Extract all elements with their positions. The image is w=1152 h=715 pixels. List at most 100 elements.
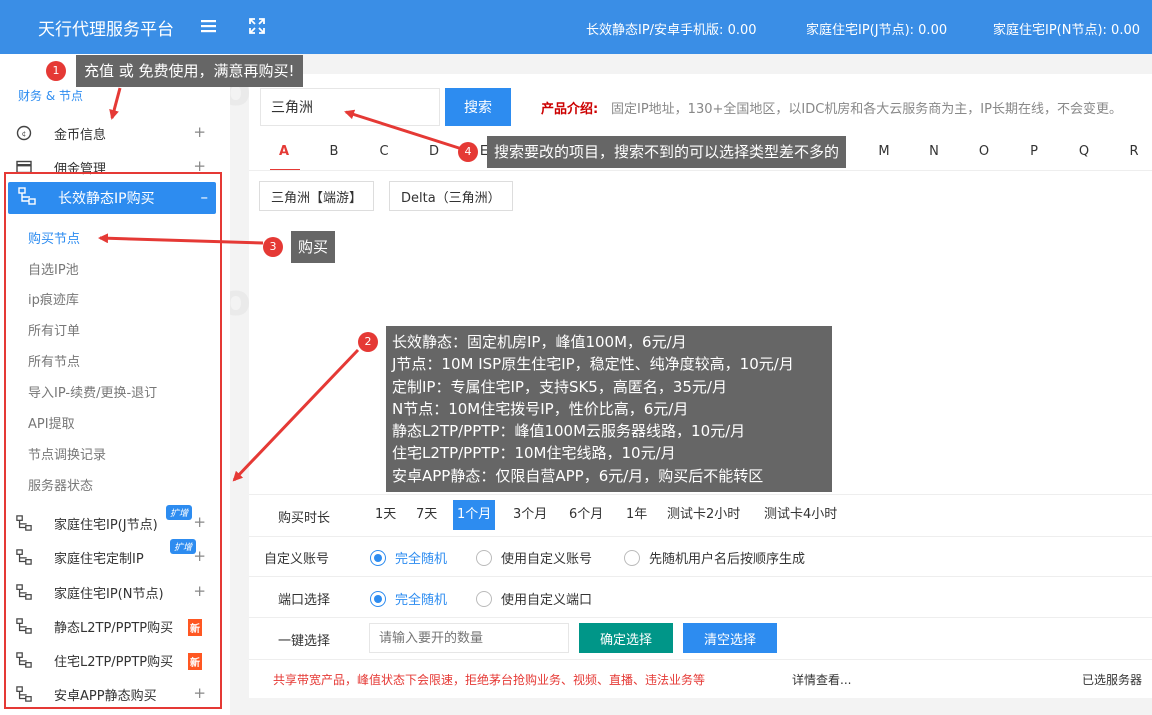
duration-label: 购买时长: [278, 511, 331, 526]
letter-tab[interactable]: D: [424, 144, 444, 159]
port-label: 端口选择: [278, 593, 331, 608]
letter-tab[interactable]: P: [1024, 144, 1044, 159]
callout-pricing: 长效静态：固定机房IP，峰值100M，6元/月 J节点：10M ISP原生住宅I…: [386, 326, 832, 492]
letter-tab[interactable]: A: [274, 144, 294, 159]
sidebar-item-static-ip[interactable]: 长效静态IP购买 –: [8, 182, 216, 214]
balance-n-node: 家庭住宅IP(N节点): 0.00: [993, 23, 1140, 38]
step-number-badge: 4: [458, 142, 478, 162]
account-radio-sequential[interactable]: 先随机用户名后按顺序生成: [624, 548, 805, 567]
intro-text: 固定IP地址，130+全国地区，以IDC机房和各大云服务商为主，IP长期在线，不…: [611, 102, 1122, 117]
sub-item-ip-pool[interactable]: 自选IP池: [28, 259, 79, 278]
product-tag[interactable]: Delta（三角洲）: [389, 181, 513, 211]
divider: [249, 576, 1152, 577]
divider: [249, 536, 1152, 537]
letter-tab[interactable]: Q: [1074, 144, 1094, 159]
clear-select-button[interactable]: 清空选择: [683, 623, 777, 653]
network-icon: [18, 187, 36, 209]
sidebar-item-label: 金币信息: [54, 127, 107, 143]
duration-option[interactable]: 测试卡4小时: [761, 500, 840, 530]
duration-option-selected[interactable]: 1个月: [453, 500, 496, 530]
sub-item-import[interactable]: 导入IP-续费/更换-退订: [28, 382, 157, 401]
letter-tab[interactable]: C: [374, 144, 394, 159]
pricing-line: 安卓APP静态：仅限自营APP，6元/月，购买后不能转区: [392, 466, 764, 485]
network-icon: [14, 547, 34, 567]
badge-new: 新: [188, 619, 202, 636]
step-number-badge: 2: [358, 332, 378, 352]
radio-label: 使用自定义账号: [501, 552, 593, 567]
sidebar-item-coins[interactable]: ¢ 金币信息 +: [14, 120, 214, 146]
sidebar-group-label: 财务 & 节点: [18, 89, 83, 103]
letter-tab[interactable]: M: [874, 144, 894, 159]
badge-new: 新: [188, 653, 202, 670]
sidebar-item-label: 住宅L2TP/PPTP购买: [54, 654, 174, 670]
pricing-line: J节点：10M ISP原生住宅IP，稳定性、纯净度较高，10元/月: [392, 355, 794, 374]
letter-tab[interactable]: O: [974, 144, 994, 159]
search-button[interactable]: 搜索: [445, 88, 511, 126]
sidebar-item-commission[interactable]: 佣金管理 +: [14, 154, 214, 180]
radio-label: 完全随机: [395, 552, 448, 567]
radio-dot: [370, 549, 386, 566]
letter-tab[interactable]: N: [924, 144, 944, 159]
sub-item-ip-trace[interactable]: ip痕迹库: [28, 289, 79, 308]
sidebar-item-home-l2tp[interactable]: 住宅L2TP/PPTP购买: [14, 647, 214, 673]
one-click-label: 一键选择: [278, 634, 331, 649]
radio-label: 完全随机: [395, 593, 448, 608]
divider: [249, 494, 1152, 495]
sidebar-item-static-l2tp[interactable]: 静态L2TP/PPTP购买: [14, 613, 214, 639]
fullscreen-icon[interactable]: [246, 15, 268, 37]
callout-topup: 充值 或 免费使用，满意再购买!: [76, 55, 303, 87]
sidebar-item-android[interactable]: 安卓APP静态购买 +: [14, 681, 214, 707]
callout-buy: 购买: [291, 231, 336, 263]
network-icon: [14, 616, 34, 636]
sub-item-server-status[interactable]: 服务器状态: [28, 475, 93, 494]
sidebar-item-label: 佣金管理: [54, 161, 107, 177]
selected-servers-label: 已选服务器: [1082, 673, 1143, 687]
card-icon: [14, 157, 34, 177]
step-number-badge: 3: [263, 237, 283, 257]
confirm-select-button[interactable]: 确定选择: [579, 623, 673, 653]
sub-item-api[interactable]: API提取: [28, 413, 75, 432]
plus-icon: +: [193, 157, 206, 175]
sidebar-item-label: 家庭住宅IP(J节点): [54, 517, 158, 533]
details-link[interactable]: 详情查看...: [792, 671, 851, 688]
pricing-line: 定制IP：专属住宅IP，支持SK5，高匿名，35元/月: [392, 377, 727, 396]
radio-dot: [476, 590, 492, 607]
sub-item-swap-log[interactable]: 节点调换记录: [28, 444, 106, 463]
sub-item-nodes[interactable]: 所有节点: [28, 351, 80, 370]
warning-text: 共享带宽产品，峰值状态下会限速，拒绝茅台抢购业务、视频、直播、违法业务等: [273, 673, 706, 687]
duration-option[interactable]: 6个月: [566, 500, 606, 530]
letter-tab[interactable]: B: [324, 144, 344, 159]
network-icon: [14, 684, 34, 704]
sidebar-item-label: 长效静态IP购买: [58, 191, 155, 207]
quantity-input[interactable]: [369, 623, 569, 653]
sub-item-buy-node[interactable]: 购买节点: [28, 228, 80, 247]
pricing-line: N节点：10M住宅拨号IP，性价比高，6元/月: [392, 399, 689, 418]
duration-option[interactable]: 1年: [623, 500, 650, 530]
search-input[interactable]: [260, 88, 440, 126]
sidebar-item-n-node[interactable]: 家庭住宅IP(N节点) +: [14, 579, 214, 605]
divider: [249, 170, 1152, 171]
letter-tab[interactable]: R: [1124, 144, 1144, 159]
badge-expand: 扩增: [166, 505, 193, 520]
radio-label: 先随机用户名后按顺序生成: [649, 552, 806, 567]
port-radio-random[interactable]: 完全随机: [370, 589, 447, 608]
network-icon: [14, 650, 34, 670]
duration-option[interactable]: 1天: [372, 500, 399, 530]
product-tag[interactable]: 三角洲【端游】: [259, 181, 375, 211]
account-label: 自定义账号: [264, 552, 330, 567]
radio-dot: [624, 549, 640, 566]
callout-search-hint: 搜索要改的项目，搜索不到的可以选择类型差不多的: [487, 136, 847, 168]
hamburger-icon[interactable]: [198, 14, 220, 38]
account-radio-custom[interactable]: 使用自定义账号: [476, 548, 592, 567]
duration-option[interactable]: 3个月: [510, 500, 550, 530]
intro-label: 产品介绍:: [541, 102, 599, 117]
port-radio-custom[interactable]: 使用自定义端口: [476, 589, 592, 608]
duration-option[interactable]: 7天: [413, 500, 440, 530]
duration-option[interactable]: 测试卡2小时: [664, 500, 743, 530]
balance-static: 长效静态IP/安卓手机版: 0.00: [586, 23, 757, 38]
sidebar-item-label: 家庭住宅定制IP: [54, 551, 144, 567]
account-radio-random[interactable]: 完全随机: [370, 548, 447, 567]
balance-j-node: 家庭住宅IP(J节点): 0.00: [806, 23, 948, 38]
plus-icon: +: [193, 582, 206, 600]
sub-item-orders[interactable]: 所有订单: [28, 320, 80, 339]
